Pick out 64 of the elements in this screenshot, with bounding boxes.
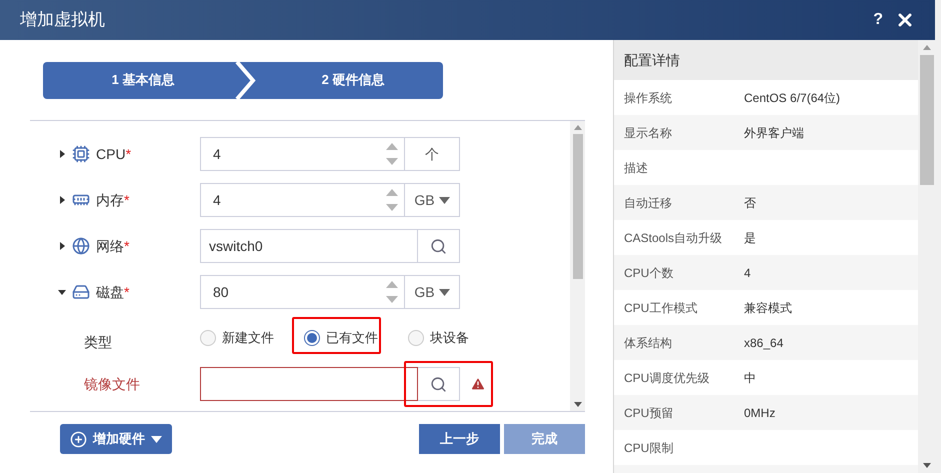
window-title: 增加虚拟机 xyxy=(20,9,105,32)
radio-option[interactable]: 新建文件 xyxy=(200,328,274,348)
radio-option[interactable]: 块设备 xyxy=(408,328,469,348)
add-hardware-button[interactable]: 增加硬件 xyxy=(60,424,172,454)
detail-label: 显示名称 xyxy=(624,124,673,142)
detail-value: 4 xyxy=(744,264,751,282)
caret-icon[interactable] xyxy=(58,196,66,204)
detail-value: CentOS 6/7(64位) xyxy=(744,90,840,106)
dropdown-icon[interactable] xyxy=(438,288,450,296)
search-icon[interactable] xyxy=(430,238,447,254)
warning-icon xyxy=(470,376,486,392)
detail-label: 描述 xyxy=(624,160,649,176)
detail-value: 是 xyxy=(744,230,756,246)
detail-label: CPU预留 xyxy=(624,404,674,422)
search-button[interactable] xyxy=(418,367,460,401)
detail-value: 外界客户端 xyxy=(744,124,804,142)
number-field[interactable]: 4 xyxy=(200,183,405,217)
detail-value: 兼容模式 xyxy=(744,300,792,316)
caret-icon[interactable] xyxy=(58,288,66,296)
unit-dropdown[interactable]: GB xyxy=(405,183,460,217)
field-label: 内存* xyxy=(96,190,130,210)
caret-icon[interactable] xyxy=(58,242,66,250)
globe-icon xyxy=(72,237,90,255)
number-field[interactable]: 4 xyxy=(200,137,405,171)
previous-button[interactable]: 上一步 xyxy=(419,424,500,454)
detail-value: x86_64 xyxy=(744,334,784,352)
search-icon[interactable] xyxy=(430,376,447,392)
detail-label: 体系结构 xyxy=(624,334,673,352)
scroll-down-icon[interactable] xyxy=(922,463,930,468)
dropdown-icon[interactable] xyxy=(438,196,450,204)
radio-option[interactable]: 已有文件 xyxy=(304,328,378,348)
detail-label: 自动迁移 xyxy=(624,194,673,212)
step-chevron-icon xyxy=(235,62,257,98)
detail-value: 中 xyxy=(744,370,756,386)
detail-label: CPU工作模式 xyxy=(624,300,698,316)
caret-icon[interactable] xyxy=(58,150,66,158)
scroll-down-icon[interactable] xyxy=(574,402,582,407)
scrollbar[interactable] xyxy=(918,40,935,473)
field-label: 类型 xyxy=(83,332,113,352)
detail-label: CPU个数 xyxy=(624,264,674,282)
dropdown-icon[interactable] xyxy=(151,436,162,442)
scrollbar[interactable] xyxy=(570,121,585,411)
plus-icon[interactable] xyxy=(70,430,87,448)
detail-value: 否 xyxy=(744,194,756,212)
detail-label: CPU调度优先级 xyxy=(624,370,710,386)
network-field[interactable]: vswitch0 xyxy=(200,229,418,263)
detail-label: CPU限制 xyxy=(624,440,674,456)
search-button[interactable] xyxy=(418,229,460,263)
number-field[interactable]: 80 xyxy=(200,275,405,309)
field-label: 磁盘* xyxy=(96,282,130,302)
chip-icon xyxy=(72,145,90,163)
panel-header: 配置详情 xyxy=(614,40,918,80)
field-label: 网络* xyxy=(96,236,130,256)
scroll-thumb[interactable] xyxy=(920,55,934,185)
unit-dropdown[interactable]: GB xyxy=(405,275,460,309)
unit-label: 个 xyxy=(405,137,460,171)
detail-value: 0MHz xyxy=(744,404,776,422)
scroll-thumb[interactable] xyxy=(572,134,582,279)
field-label: CPU* xyxy=(96,144,132,164)
detail-label: 操作系统 xyxy=(624,90,673,106)
file-field[interactable] xyxy=(200,367,418,401)
field-label: 镜像文件 xyxy=(83,374,141,394)
help-button[interactable]: ? xyxy=(873,8,883,32)
detail-label: CAStools自动升级 xyxy=(624,230,724,246)
